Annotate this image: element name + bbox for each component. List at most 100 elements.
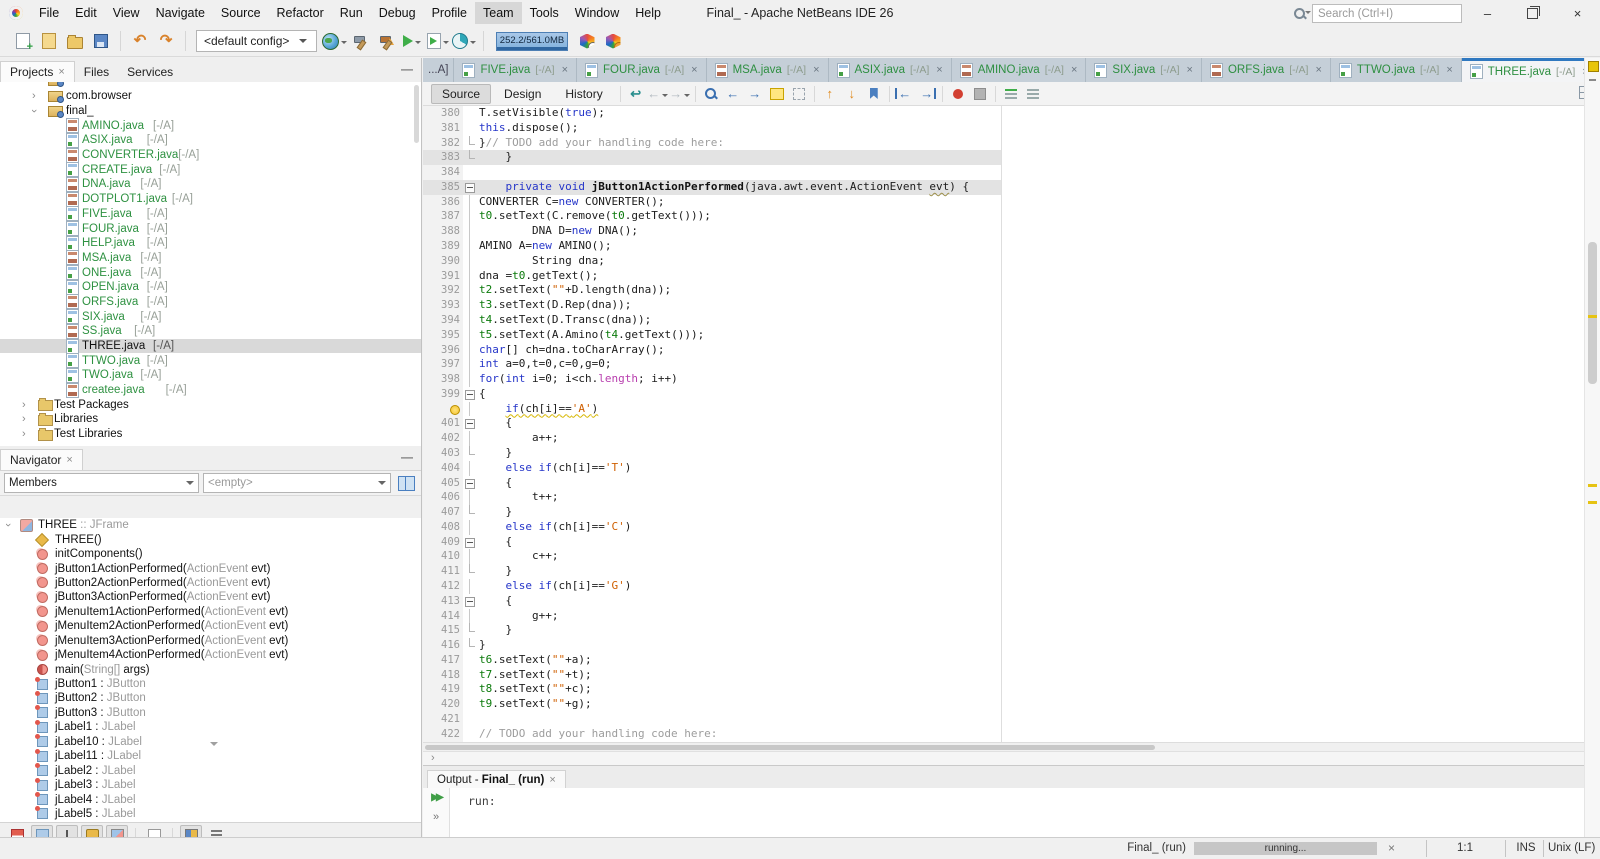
- code-line-392[interactable]: 392 t2.setText(""+D.length(dna));: [423, 283, 1600, 299]
- nav-item-three-[interactable]: › THREE :: JFrame: [0, 518, 421, 532]
- new-project-button[interactable]: [36, 28, 62, 54]
- rectangular-selection-button[interactable]: [788, 84, 810, 104]
- save-all-button[interactable]: [88, 28, 114, 54]
- code-line-387[interactable]: 387 t0.setText(C.remove(t0.getText()));: [423, 209, 1600, 225]
- close-icon[interactable]: ×: [1071, 64, 1077, 76]
- restore-button[interactable]: [1510, 0, 1555, 26]
- nav-item-jlabel3-[interactable]: jLabel3 : JLabel: [0, 777, 421, 792]
- clean-build-project-button[interactable]: [373, 28, 399, 54]
- editor-tab-ttwo.java[interactable]: TTWO.java [-/A] ×: [1330, 58, 1462, 82]
- tab-navigator[interactable]: Navigator ×: [0, 449, 83, 470]
- code-line-412[interactable]: 412 else if(ch[i]=='G'): [423, 579, 1600, 594]
- stop-macro-button[interactable]: [969, 84, 991, 104]
- code-line-416[interactable]: 416}: [423, 638, 1600, 653]
- close-icon[interactable]: ×: [936, 64, 942, 76]
- fold-collapse-icon[interactable]: [464, 389, 475, 400]
- project-node-amino-java[interactable]: AMINO.java [-/A]: [0, 118, 421, 134]
- undo-button[interactable]: ↶: [127, 28, 153, 54]
- close-icon[interactable]: ×: [691, 64, 697, 76]
- fold-collapse-icon[interactable]: [464, 596, 475, 607]
- previous-bookmark-button[interactable]: ↑: [819, 84, 841, 104]
- close-icon[interactable]: ×: [562, 64, 568, 76]
- expand-right-icon[interactable]: ›: [22, 399, 26, 410]
- menu-team[interactable]: Team: [475, 2, 522, 24]
- code-line-407[interactable]: 407 }: [423, 505, 1600, 520]
- members-filter-select[interactable]: Members: [4, 473, 199, 493]
- error-stripe[interactable]: [1584, 58, 1600, 837]
- view-design-button[interactable]: Design: [493, 84, 552, 104]
- code-line-391[interactable]: 391 dna =t0.getText();: [423, 268, 1600, 284]
- code-line-393[interactable]: 393 t3.setText(D.Rep(dna));: [423, 298, 1600, 313]
- build-project-button[interactable]: [347, 28, 373, 54]
- editor-tab-orfs.java[interactable]: ORFS.java [-/A] ×: [1201, 58, 1331, 82]
- code-line-418[interactable]: 418 t7.setText(""+t);: [423, 667, 1600, 683]
- horizontal-scrollbar-thumb[interactable]: [425, 745, 1155, 750]
- code-line-400[interactable]: if(ch[i]=='A'): [423, 401, 1600, 417]
- shift-right-button[interactable]: →: [916, 84, 938, 104]
- code-line-411[interactable]: 411 }: [423, 564, 1600, 579]
- nav-item-jmenuitem4actionperformed-[interactable]: jMenuItem4ActionPerformed(ActionEvent ev…: [0, 648, 421, 662]
- cancel-process-button[interactable]: ×: [1388, 841, 1395, 855]
- expand-right-icon[interactable]: ›: [32, 91, 36, 102]
- minimize-panel-button[interactable]: —: [401, 450, 413, 464]
- nav-item-jbutton2-[interactable]: jButton2 : JButton: [0, 690, 421, 705]
- code-line-405[interactable]: 405 {: [423, 475, 1600, 491]
- project-node-four-java[interactable]: FOUR.java [-/A]: [0, 221, 421, 237]
- code-line-397[interactable]: 397 int a=0,t=0,c=0,g=0;: [423, 357, 1600, 373]
- code-line-406[interactable]: 406 t++;: [423, 490, 1600, 506]
- nav-item-jlabel4-[interactable]: jLabel4 : JLabel: [0, 792, 421, 806]
- expand-right-icon[interactable]: ›: [22, 414, 26, 425]
- fold-collapse-icon[interactable]: [464, 182, 475, 193]
- nav-item-jbutton3-[interactable]: jButton3 : JButton: [0, 705, 421, 720]
- code-line-420[interactable]: 420 t9.setText(""+g);: [423, 697, 1600, 713]
- project-node-converter-java[interactable]: CONVERTER.java [-/A]: [0, 147, 421, 163]
- code-line-421[interactable]: 421: [423, 712, 1600, 727]
- code-line-388[interactable]: 388 DNA D=new DNA();: [423, 224, 1600, 240]
- menu-window[interactable]: Window: [567, 2, 627, 24]
- editor-tab-six.java[interactable]: SIX.java [-/A] ×: [1086, 58, 1202, 82]
- code-line-419[interactable]: 419 t8.setText(""+c);: [423, 682, 1600, 698]
- code-editor[interactable]: 380 T.setVisible(true); 381 this.dispose();…: [423, 106, 1600, 742]
- close-icon[interactable]: ×: [813, 64, 819, 76]
- gc-button[interactable]: [574, 28, 600, 54]
- next-occurrence-button[interactable]: →: [744, 84, 766, 104]
- code-line-384[interactable]: 384: [423, 165, 1600, 180]
- nav-item-jbutton1-[interactable]: jButton1 : JButton: [0, 676, 421, 691]
- nav-item-jmenuitem1actionperformed-[interactable]: jMenuItem1ActionPerformed(ActionEvent ev…: [0, 605, 421, 619]
- comment-button[interactable]: [1000, 84, 1022, 104]
- close-icon[interactable]: ×: [1315, 64, 1321, 76]
- warning-status-icon[interactable]: [1588, 61, 1599, 72]
- run-project-button[interactable]: [399, 28, 425, 54]
- uncomment-button[interactable]: [1022, 84, 1044, 104]
- search-input[interactable]: [1312, 4, 1462, 23]
- fold-collapse-icon[interactable]: [464, 537, 475, 548]
- expand-down-icon[interactable]: ›: [28, 109, 40, 113]
- code-line-381[interactable]: 381 this.dispose();: [423, 120, 1600, 136]
- project-node-clipped[interactable]: [0, 82, 421, 89]
- toggle-bookmark-button[interactable]: [863, 84, 885, 104]
- code-line-395[interactable]: 395 t5.setText(A.Amino(t4.getText()));: [423, 327, 1600, 343]
- code-line-398[interactable]: 398 for(int i=0; i<ch.length; i++): [423, 372, 1600, 387]
- menu-refactor[interactable]: Refactor: [269, 2, 332, 24]
- project-node-ss-java[interactable]: SS.java [-/A]: [0, 323, 421, 339]
- rerun-button[interactable]: ▶▶: [431, 792, 444, 803]
- gc-profile-button[interactable]: [600, 28, 626, 54]
- project-node-dna-java[interactable]: DNA.java [-/A]: [0, 176, 421, 192]
- tab-projects[interactable]: Projects ×: [0, 61, 75, 82]
- code-line-410[interactable]: 410 c++;: [423, 549, 1600, 565]
- minimize-panel-button[interactable]: —: [401, 62, 413, 76]
- fold-collapse-icon[interactable]: [464, 478, 475, 489]
- menu-help[interactable]: Help: [627, 2, 669, 24]
- view-history-button[interactable]: History: [554, 84, 613, 104]
- projects-scrollbar-thumb[interactable]: [414, 85, 419, 143]
- project-node-five-java[interactable]: FIVE.java [-/A]: [0, 206, 421, 222]
- project-node-dotplot1-java[interactable]: DOTPLOT1.java [-/A]: [0, 191, 421, 207]
- memory-usage-widget[interactable]: 252.2/561.0MB: [496, 31, 568, 51]
- nav-item-jlabel11-[interactable]: jLabel11 : JLabel: [0, 748, 421, 763]
- record-macro-button[interactable]: [947, 84, 969, 104]
- vertical-scrollbar-thumb[interactable]: [1588, 242, 1597, 384]
- set-project-browser-button[interactable]: [321, 28, 347, 54]
- editor-tab-asix.java[interactable]: ASIX.java [-/A] ×: [828, 58, 952, 82]
- last-edit-button[interactable]: ↩: [625, 84, 647, 104]
- project-node-com-browser[interactable]: › com.browser: [0, 89, 421, 104]
